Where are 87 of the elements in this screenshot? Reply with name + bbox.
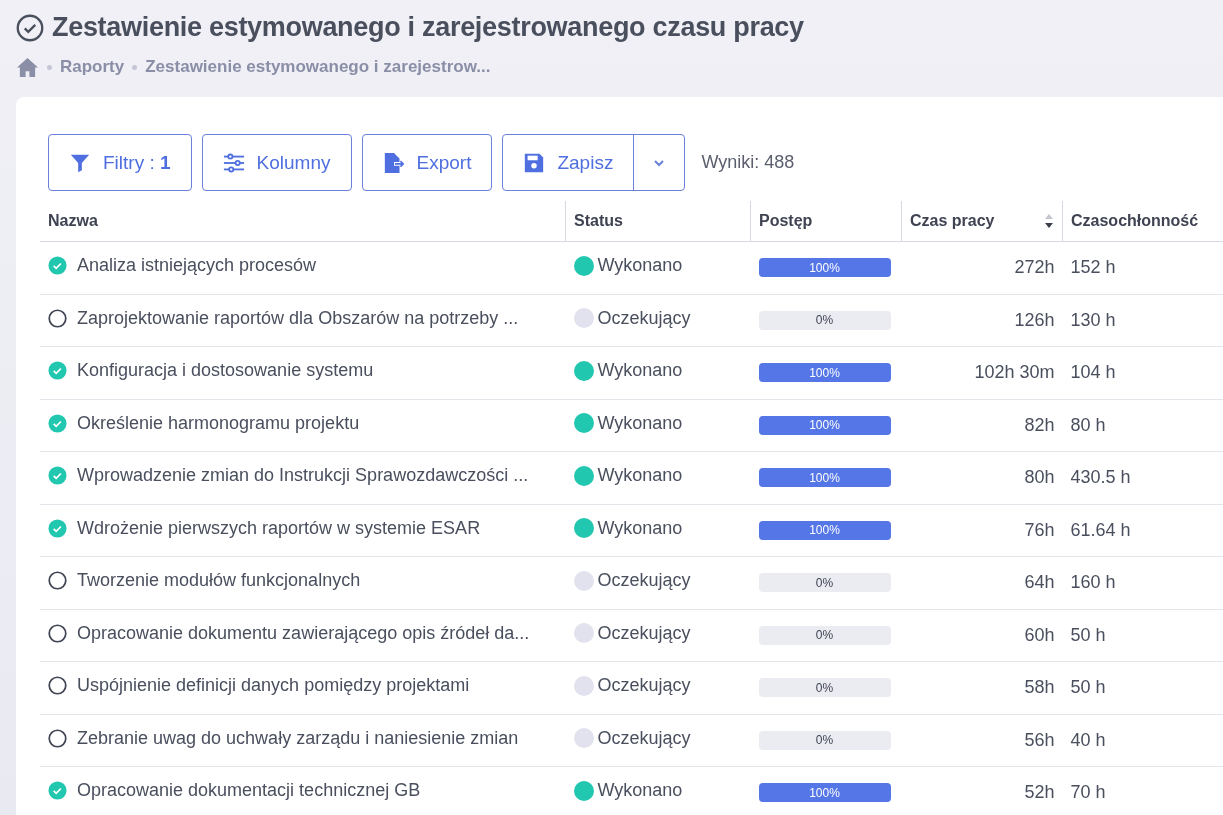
sliders-icon: [222, 151, 245, 174]
empty-circle-icon[interactable]: [48, 676, 67, 696]
page-title: Zestawienie estymowanego i zarejestrowanego czasu pracy: [52, 12, 804, 43]
work-time: 56h: [1024, 729, 1055, 750]
estimate-time: 430.5 h: [1070, 467, 1131, 488]
column-header[interactable]: Czasochłonność: [1062, 201, 1223, 242]
breadcrumb-link[interactable]: Zestawienie estymowanego i zarejestrow...: [145, 57, 491, 77]
task-name: Tworzenie modułów funkcjonalnych: [77, 570, 361, 592]
column-header[interactable]: Czas pracy: [901, 201, 1063, 242]
work-time: 272h: [1014, 257, 1055, 278]
progress-label: 100%: [809, 365, 840, 380]
work-time: 80h: [1024, 467, 1055, 488]
status-label: Oczekujący: [597, 675, 691, 696]
task-name: Uspójnienie definicji danych pomiędzy projektami: [77, 675, 470, 697]
estimate-time: 40 h: [1070, 729, 1106, 750]
check-circle-icon[interactable]: [48, 781, 67, 801]
task-name: Opracowanie dokumentu zawierającego opis źródeł da...: [77, 622, 530, 644]
work-time: 52h: [1024, 782, 1055, 803]
task-name: Określenie harmonogramu projektu: [77, 412, 360, 434]
status-label: Oczekujący: [597, 570, 691, 591]
breadcrumb-link[interactable]: Raporty: [60, 57, 125, 77]
status-label: Oczekujący: [597, 307, 691, 329]
work-time: 76h: [1024, 519, 1055, 540]
check-circle-icon[interactable]: [48, 518, 67, 538]
check-circle-icon[interactable]: [48, 256, 67, 276]
progress-label: 0%: [815, 575, 834, 590]
status-label: Wykonano: [597, 517, 683, 539]
work-time: 60h: [1024, 624, 1055, 645]
status-label: Oczekujący: [597, 727, 691, 749]
task-name: Analiza istniejących procesów: [77, 255, 317, 277]
status-label: Oczekujący: [597, 622, 691, 644]
columns-button[interactable]: Kolumny: [201, 134, 352, 191]
file-export-icon: [382, 151, 405, 174]
estimate-time: 80 h: [1070, 414, 1106, 435]
task-name: Zaprojektowanie raportów dla Obszarów na potrzeby ...: [77, 307, 519, 329]
breadcrumb-separator: [47, 64, 52, 70]
breadcrumb-separator: [132, 64, 138, 70]
progress-label: 100%: [809, 785, 840, 800]
filters-button[interactable]: Filtry : 1: [48, 134, 192, 191]
status-label: Wykonano: [597, 360, 683, 381]
empty-circle-icon[interactable]: [48, 571, 67, 591]
task-name: Zebranie uwag do uchwały zarządu i naniesienie zmian: [77, 727, 519, 749]
check-circle-icon[interactable]: [48, 361, 67, 381]
status-label: Wykonano: [597, 255, 683, 276]
estimate-time: 152 h: [1070, 257, 1116, 278]
save-button[interactable]: Zapisz: [503, 135, 635, 190]
progress-label: 100%: [809, 260, 840, 275]
estimate-time: 70 h: [1070, 782, 1106, 803]
caret-icon: [653, 158, 666, 167]
task-name: Wprowadzenie zmian do Instrukcji Sprawozdawczości ...: [77, 465, 529, 487]
check-circle-icon[interactable]: [48, 413, 67, 433]
column-header[interactable]: Nazwa: [40, 201, 566, 242]
estimate-time: 104 h: [1070, 362, 1116, 383]
work-time: 58h: [1024, 677, 1055, 698]
estimate-time: 50 h: [1070, 624, 1106, 645]
work-time: 64h: [1024, 572, 1055, 593]
progress-label: 0%: [815, 680, 834, 695]
task-name: Opracowanie dokumentacji technicznej GB: [77, 780, 421, 802]
work-time: 126h: [1014, 309, 1055, 330]
work-time: 102h 30m: [974, 362, 1055, 383]
progress-label: 100%: [809, 470, 840, 485]
progress-label: 0%: [815, 733, 834, 748]
progress-label: 100%: [809, 418, 840, 433]
work-time: 82h: [1024, 414, 1055, 435]
estimate-time: 130 h: [1070, 309, 1116, 330]
task-name: Konfiguracja i dostosowanie systemu: [77, 360, 374, 382]
empty-circle-icon[interactable]: [48, 623, 67, 643]
estimate-time: 61.64 h: [1070, 519, 1131, 540]
results-count: Wyniki: 488: [701, 152, 795, 173]
status-label: Wykonano: [597, 465, 683, 486]
empty-circle-icon[interactable]: [48, 728, 67, 748]
progress-label: 0%: [815, 628, 834, 643]
status-label: Wykonano: [597, 780, 683, 801]
export-button[interactable]: Export: [361, 134, 493, 191]
task-name: Wdrożenie pierwszych raportów w systemie ESAR: [77, 517, 481, 539]
estimate-time: 160 h: [1070, 572, 1116, 593]
estimate-time: 50 h: [1070, 677, 1106, 698]
check-circle-icon: [16, 13, 44, 42]
home-icon[interactable]: [16, 56, 39, 78]
progress-label: 100%: [809, 523, 840, 538]
status-label: Wykonano: [597, 412, 683, 434]
column-header[interactable]: Status: [565, 201, 751, 242]
check-circle-icon[interactable]: [48, 466, 67, 486]
progress-label: 0%: [815, 313, 834, 328]
empty-circle-icon[interactable]: [48, 308, 67, 328]
column-header[interactable]: Postęp: [750, 201, 902, 242]
sort-icon[interactable]: [1044, 212, 1054, 230]
